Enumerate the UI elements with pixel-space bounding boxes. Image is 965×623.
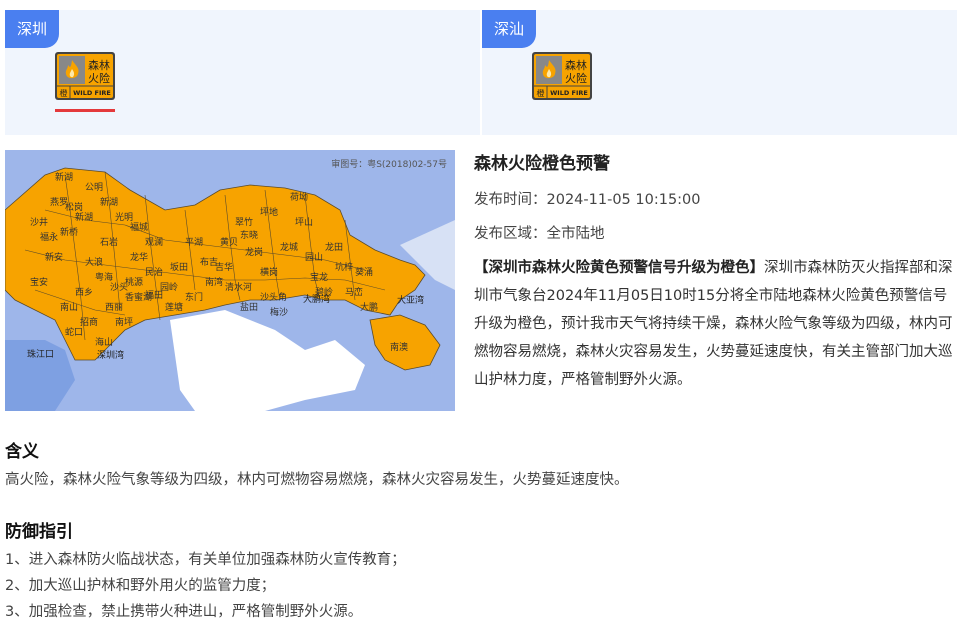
district-label: 新湖 [55, 171, 73, 183]
district-label: 西乡 [75, 287, 93, 298]
district-label: 翠竹 [235, 216, 253, 228]
district-label: 园山 [305, 252, 323, 263]
shenzhen-map: 新湖公明新湖新湖燕罗沙井福永新安新桥松岗石岩光明观澜 平湖龙华民治 坂田 布吉南湾 清水… [5, 167, 455, 411]
alert-body: 深圳市森林防灭火指挥部和深圳市气象台2024年11月05日10时15分将全市陆地… [474, 260, 953, 388]
district-label: 莲塘 [165, 301, 183, 313]
district-label: 东门 [185, 291, 203, 303]
district-label: 龙华 [130, 251, 148, 263]
badge-en: WILD FIRE [73, 89, 111, 97]
region-tabs: 深圳 森林 火险 橙 WILD FIRE 深汕 森林 火险 橙 WILD FIR… [5, 10, 957, 135]
badge-text1: 森林 [565, 58, 587, 72]
meaning-title: 含义 [5, 442, 39, 462]
district-label: 宝安 [30, 276, 48, 288]
guide-item: 3、加强检查，禁止携带火种进山，严格管制野外火源。 [5, 604, 363, 620]
district-label: 观澜 [145, 237, 163, 248]
district-label: 松岗 [65, 201, 83, 213]
district-label: 新安 [45, 251, 63, 263]
district-label: 民治 [145, 266, 163, 278]
bay-label: 大亚湾 [397, 294, 424, 306]
district-label: 粤海 [95, 271, 113, 283]
district-label: 新湖 [100, 196, 118, 208]
publish-time-value: 2024-11-05 10:15:00 [546, 192, 701, 208]
district-label: 香蜜湖 [125, 291, 152, 303]
district-label: 清水河 [225, 281, 252, 293]
badge-text1: 森林 [88, 58, 110, 72]
alert-title: 森林火险橙色预警 [474, 154, 610, 174]
district-label: 桃源 [125, 276, 143, 288]
publish-area-label: 发布区域： [474, 226, 547, 242]
district-label: 龙岗 [245, 246, 263, 258]
tab-label: 深圳 [5, 10, 60, 48]
bay-label: 大鹏湾 [303, 293, 330, 305]
district-label: 福城 [130, 221, 148, 233]
estuary-label: 珠江口 [27, 348, 54, 360]
meaning-text: 高火险，森林火险气象等级为四级，林内可燃物容易燃烧，森林火灾容易发生，火势蔓延速… [5, 472, 629, 488]
district-label: 宝龙 [310, 271, 328, 283]
district-label: 光明 [115, 211, 133, 223]
publish-time-label: 发布时间： [474, 192, 547, 208]
selected-indicator [55, 109, 115, 112]
alert-description: 【深圳市森林火险黄色预警信号升级为橙色】深圳市森林防灭火指挥部和深圳市气象台20… [474, 254, 958, 394]
map-approval-number: 审图号：粤S(2018)02-57号 [331, 160, 447, 170]
district-label: 南坪 [115, 316, 133, 328]
badge-text2: 火险 [88, 71, 110, 85]
tab-shenzhen[interactable]: 深圳 森林 火险 橙 WILD FIRE [5, 10, 480, 135]
district-label: 园岭 [160, 281, 178, 293]
district-label: 招商 [80, 316, 98, 328]
district-label: 沙井 [30, 216, 48, 228]
district-label: 南山 [60, 301, 78, 313]
district-label: 坪山 [295, 217, 313, 228]
district-label: 黄贝 [220, 236, 238, 248]
guide-item: 1、进入森林防火临战状态，有关单位加强森林防火宣传教育； [5, 552, 406, 568]
district-label: 坂田 [170, 262, 188, 273]
publish-area: 发布区域：全市陆地 [474, 220, 958, 248]
tab-label: 深汕 [482, 10, 537, 48]
district-label: 坑梓 [335, 261, 353, 273]
publish-area-value: 全市陆地 [546, 226, 605, 242]
district-label: 平湖 [185, 237, 203, 248]
district-label: 公明 [85, 182, 103, 193]
district-label: 龙田 [325, 241, 343, 253]
district-label: 东晓 [240, 229, 258, 241]
alert-info: 森林火险橙色预警 发布时间：2024-11-05 10:15:00 发布区域：全… [474, 150, 958, 394]
district-label: 南湾 [205, 276, 223, 288]
badge-level: 橙 [537, 88, 545, 98]
district-label: 盐田 [240, 301, 258, 313]
badge-en: WILD FIRE [550, 89, 588, 97]
wildfire-orange-warning-icon[interactable]: 森林 火险 橙 WILD FIRE [532, 52, 592, 100]
district-label: 坪地 [260, 206, 278, 218]
publish-time: 发布时间：2024-11-05 10:15:00 [474, 186, 958, 214]
wildfire-orange-warning-icon[interactable]: 森林 火险 橙 WILD FIRE [55, 52, 115, 100]
district-label: 梅沙 [270, 306, 288, 318]
district-label: 马峦 [345, 286, 363, 298]
district-label: 横岗 [260, 266, 278, 278]
district-label: 蛇口 [65, 326, 83, 338]
district-label: 葵涌 [355, 266, 373, 278]
alert-headline: 【深圳市森林火险黄色预警信号升级为橙色】 [474, 260, 764, 276]
district-label: 大浪 [85, 256, 103, 268]
guide-item: 2、加大巡山护林和野外用火的监管力度； [5, 578, 276, 594]
district-label: 大鹏 [360, 301, 378, 313]
district-label: 西丽 [105, 302, 123, 313]
tab-shenshan[interactable]: 深汕 森林 火险 橙 WILD FIRE [482, 10, 957, 135]
district-label: 新桥 [60, 226, 78, 238]
district-label: 荷坳 [290, 191, 308, 203]
badge-text2: 火险 [565, 71, 587, 85]
guide-title: 防御指引 [5, 522, 73, 542]
district-label: 海山 [95, 336, 113, 348]
badge-level: 橙 [60, 88, 68, 98]
district-label: 福永 [40, 231, 58, 243]
district-label: 沙头角 [260, 291, 287, 303]
district-label: 南澳 [390, 341, 408, 353]
warning-map: 新湖 公明 新湖 新湖 燕罗 沙井 福永 新安 新桥 松岗 石岩 光明 观澜 平湖 龙华 民治 坂田 布吉 南湾 清水… [5, 150, 455, 411]
district-label: 石岩 [100, 236, 118, 248]
bay-label: 深圳湾 [97, 349, 124, 361]
district-label: 龙城 [280, 241, 298, 253]
district-label: 吉华 [215, 261, 233, 273]
